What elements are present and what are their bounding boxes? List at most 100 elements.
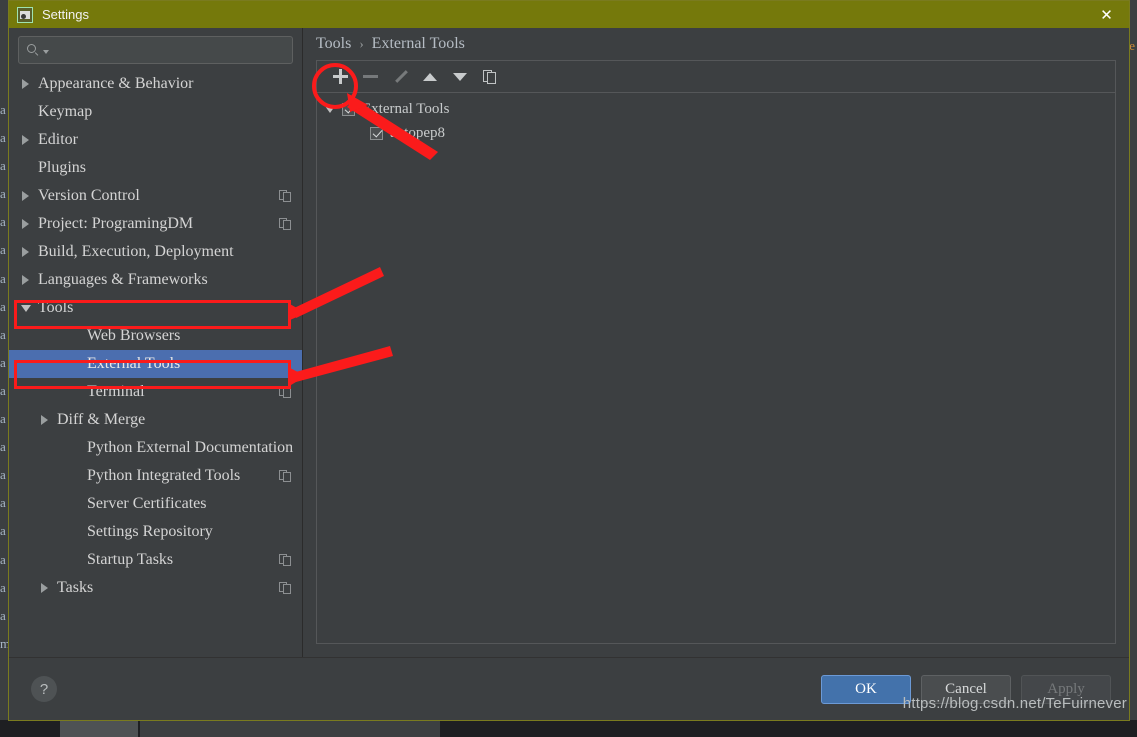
sidebar-item-label: External Tools [87,355,181,372]
breadcrumb-parent[interactable]: Tools [316,35,351,53]
edit-button [385,64,415,90]
sidebar-item-terminal[interactable]: Terminal [9,378,302,406]
sidebar-item-label: Version Control [38,187,140,204]
tools-tree-label: External Tools [362,100,450,117]
plus-icon [332,69,348,84]
chevron-right-icon[interactable] [38,583,51,593]
pencil-icon [393,69,408,84]
sidebar-item-external-tools[interactable]: External Tools [9,350,302,378]
copy-icon [483,69,497,84]
close-icon[interactable]: ✕ [1084,1,1129,28]
sidebar-item-python-external-documentation[interactable]: Python External Documentation [9,434,302,462]
sidebar-item-python-integrated-tools[interactable]: Python Integrated Tools [9,462,302,490]
sidebar-item-label: Terminal [87,383,145,400]
remove-button [355,64,385,90]
sidebar-item-startup-tasks[interactable]: Startup Tasks [9,546,302,574]
sidebar-item-build-execution-deployment[interactable]: Build, Execution, Deployment [9,238,302,266]
chevron-down-icon[interactable] [19,305,32,312]
project-scope-icon [279,553,292,567]
chevron-right-icon[interactable] [19,135,32,145]
external-tools-toolbar [316,60,1116,92]
dialog-title: Settings [42,7,89,22]
sidebar-item-label: Settings Repository [87,523,213,540]
add-button[interactable] [325,64,355,90]
sidebar-item-languages-frameworks[interactable]: Languages & Frameworks [9,266,302,294]
external-tools-tree[interactable]: External Tools autopep8 [316,92,1116,644]
sidebar-item-label: Appearance & Behavior [38,75,194,92]
search-box[interactable] [18,36,293,64]
sidebar-item-label: Startup Tasks [87,551,174,568]
search-input[interactable] [54,41,292,59]
sidebar-item-label: Python External Documentation [87,439,294,456]
chevron-right-icon[interactable] [19,191,32,201]
chevron-right-icon[interactable] [38,415,51,425]
search-wrapper [9,28,302,64]
checkbox[interactable] [370,126,383,140]
sidebar-item-label: Tasks [57,579,94,596]
sidebar-item-settings-repository[interactable]: Settings Repository [9,518,302,546]
tools-tree-label: autopep8 [390,124,445,141]
sidebar-item-label: Python Integrated Tools [87,467,241,484]
sidebar-item-keymap[interactable]: Keymap [9,98,302,126]
search-icon [27,43,41,57]
project-scope-icon [279,385,292,399]
sidebar-item-label: Editor [38,131,78,148]
sidebar-item-version-control[interactable]: Version Control [9,182,302,210]
sidebar-item-appearance-behavior[interactable]: Appearance & Behavior [9,70,302,98]
sidebar-item-tools[interactable]: Tools [9,294,302,322]
sidebar-item-label: Web Browsers [87,327,181,344]
ide-status-bar [0,720,1137,737]
settings-category-tree[interactable]: Appearance & Behavior Keymap Editor Plugins… [9,64,302,657]
settings-content-panel: Tools › External Tools External Tools aut… [303,28,1129,657]
sidebar-item-label: Keymap [38,103,93,120]
sidebar-item-label: Diff & Merge [57,411,146,428]
copy-button[interactable] [475,64,505,90]
breadcrumb-separator-icon: › [359,36,364,51]
project-scope-icon [279,189,292,203]
chevron-right-icon[interactable] [19,79,32,89]
settings-sidebar: Appearance & Behavior Keymap Editor Plugins… [9,28,303,657]
dialog-footer: ? OK Cancel Apply https://blog.csdn.net/Te… [9,657,1129,720]
checkbox[interactable] [342,102,355,116]
sidebar-item-tasks[interactable]: Tasks [9,574,302,602]
dialog-body: Appearance & Behavior Keymap Editor Plugins… [9,28,1129,657]
sidebar-item-server-certificates[interactable]: Server Certificates [9,490,302,518]
question-mark-icon[interactable]: ? [31,676,57,702]
chevron-down-icon[interactable] [323,106,337,113]
sidebar-item-project-programingdm[interactable]: Project: ProgramingDM [9,210,302,238]
breadcrumb-current: External Tools [371,35,465,52]
move-up-button[interactable] [415,64,445,90]
sidebar-item-label: Plugins [38,159,87,176]
sidebar-item-label: Project: ProgramingDM [38,215,194,232]
sidebar-item-label: Languages & Frameworks [38,271,208,288]
move-down-button[interactable] [445,64,475,90]
sidebar-item-editor[interactable]: Editor [9,126,302,154]
external-tools-panel: External Tools autopep8 [316,60,1116,644]
background-right-edge-text: e [1129,38,1135,53]
tools-tree-row[interactable]: External Tools [317,97,1115,121]
project-scope-icon [279,581,292,595]
footer-button-group: OK Cancel Apply [821,674,1111,704]
sidebar-item-label: Tools [38,299,74,316]
chevron-right-icon[interactable] [19,275,32,285]
cancel-button[interactable]: Cancel [921,674,1011,704]
status-chip [60,720,138,737]
arrow-down-icon [453,72,467,81]
project-scope-icon [279,217,292,231]
ok-button[interactable]: OK [821,674,911,704]
dialog-title-bar: Settings ✕ [9,1,1129,28]
chevron-right-icon[interactable] [19,219,32,229]
sidebar-item-plugins[interactable]: Plugins [9,154,302,182]
chevron-down-icon[interactable] [43,49,49,54]
content-bottom-spacer [303,644,1129,657]
status-chip [140,720,440,737]
apply-button: Apply [1021,674,1111,704]
tools-tree-row[interactable]: autopep8 [317,121,1115,145]
chevron-right-icon[interactable] [19,247,32,257]
minus-icon [362,75,378,78]
sidebar-item-diff-merge[interactable]: Diff & Merge [9,406,302,434]
project-scope-icon [279,469,292,483]
sidebar-item-web-browsers[interactable]: Web Browsers [9,322,302,350]
sidebar-item-label: Server Certificates [87,495,207,512]
breadcrumb: Tools › External Tools [303,28,1129,60]
